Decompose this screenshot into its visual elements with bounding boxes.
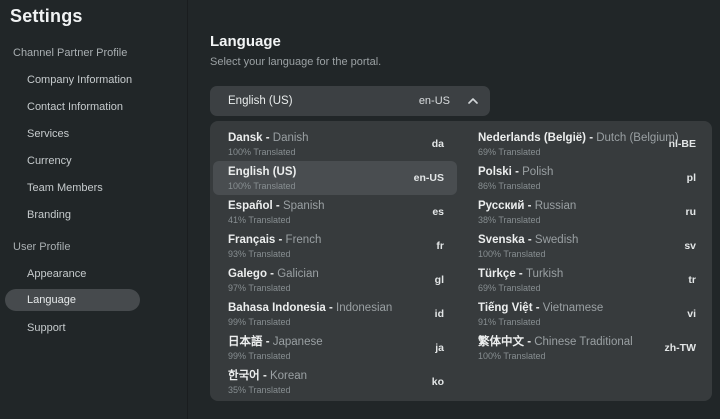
language-list-column-left: Dansk - Danish 100% Translated da Englis… [210,127,460,401]
language-title: 한국어 - Korean [228,370,424,383]
language-translated: 69% Translated [478,283,680,293]
language-settings-panel: Language Select your language for the po… [210,0,712,401]
language-code: es [432,206,444,218]
language-option-ru[interactable]: Русский - Russian 38% Translated ru [460,195,712,229]
dropdown-selected-code: en-US [419,95,450,107]
language-option-vi[interactable]: Tiếng Việt - Vietnamese 91% Translated v… [460,297,712,331]
language-code: da [432,138,444,150]
language-code: gl [435,274,444,286]
language-translated: 69% Translated [478,147,661,157]
language-title: Français - French [228,234,428,247]
language-option-zh-TW[interactable]: 繁体中文 - Chinese Traditional 100% Translat… [460,331,712,365]
language-translated: 100% Translated [478,351,657,361]
language-option-sv[interactable]: Svenska - Swedish 100% Translated sv [460,229,712,263]
language-title: Svenska - Swedish [478,234,676,247]
language-dropdown-button[interactable]: English (US) en-US [210,86,490,116]
language-title: 繁体中文 - Chinese Traditional [478,336,657,349]
language-title: Русский - Russian [478,200,678,213]
language-code: id [435,308,444,320]
language-code: ko [432,376,444,388]
language-translated: 100% Translated [478,249,676,259]
language-title: Nederlands (België) - Dutch (Belgium) [478,132,661,145]
language-translated: 38% Translated [478,215,678,225]
settings-page: Settings Channel Partner Profile Company… [0,0,720,419]
language-title: Bahasa Indonesia - Indonesian [228,302,427,315]
sidebar-item-currency[interactable]: Currency [0,147,187,174]
language-option-nl-BE[interactable]: Nederlands (België) - Dutch (Belgium) 69… [460,127,712,161]
language-translated: 93% Translated [228,249,428,259]
language-title: Türkçe - Turkish [478,268,680,281]
sidebar-item-contact-information[interactable]: Contact Information [0,93,187,120]
language-option-tr[interactable]: Türkçe - Turkish 69% Translated tr [460,263,712,297]
language-translated: 35% Translated [228,385,424,395]
language-translated: 91% Translated [478,317,679,327]
language-translated: 100% Translated [228,147,424,157]
language-translated: 86% Translated [478,181,679,191]
language-translated: 100% Translated [228,181,406,191]
sidebar-item-branding[interactable]: Branding [0,201,187,228]
language-option-ja[interactable]: 日本語 - Japanese 99% Translated ja [210,331,460,365]
sidebar-section-user-profile: User Profile [0,233,187,260]
sidebar-item-services[interactable]: Services [0,120,187,147]
sidebar-item-support[interactable]: Support [0,314,187,341]
language-title: Polski - Polish [478,166,679,179]
sidebar: Settings Channel Partner Profile Company… [0,0,188,419]
language-title: Tiếng Việt - Vietnamese [478,302,679,315]
page-title: Settings [0,0,187,34]
language-dropdown-panel: Dansk - Danish 100% Translated da Englis… [210,121,712,401]
sidebar-item-appearance[interactable]: Appearance [0,260,187,287]
language-option-da[interactable]: Dansk - Danish 100% Translated da [210,127,460,161]
language-code: vi [687,308,696,320]
language-code: nl-BE [669,138,696,150]
sidebar-item-company-information[interactable]: Company Information [0,66,187,93]
language-list-column-right: Nederlands (België) - Dutch (Belgium) 69… [460,127,712,401]
sidebar-item-team-members[interactable]: Team Members [0,174,187,201]
language-code: ja [435,342,444,354]
language-title: Español - Spanish [228,200,424,213]
sidebar-item-language[interactable]: Language [5,289,140,311]
chevron-up-icon [468,96,478,106]
language-option-gl[interactable]: Galego - Galician 97% Translated gl [210,263,460,297]
language-translated: 97% Translated [228,283,427,293]
language-code: fr [436,240,444,252]
section-heading: Language [210,33,712,50]
language-title: Dansk - Danish [228,132,424,145]
language-code: sv [684,240,696,252]
language-option-ko[interactable]: 한국어 - Korean 35% Translated ko [210,365,460,399]
section-subtitle: Select your language for the portal. [210,56,712,68]
language-code: pl [687,172,696,184]
language-translated: 99% Translated [228,351,427,361]
language-code: zh-TW [665,342,697,354]
language-code: en-US [414,172,444,184]
dropdown-selected-label: English (US) [228,95,409,107]
language-title: Galego - Galician [228,268,427,281]
language-translated: 99% Translated [228,317,427,327]
language-option-fr[interactable]: Français - French 93% Translated fr [210,229,460,263]
language-option-id[interactable]: Bahasa Indonesia - Indonesian 99% Transl… [210,297,460,331]
language-option-pl[interactable]: Polski - Polish 86% Translated pl [460,161,712,195]
language-title: 日本語 - Japanese [228,336,427,349]
language-title: English (US) [228,166,406,179]
language-translated: 41% Translated [228,215,424,225]
language-option-es[interactable]: Español - Spanish 41% Translated es [210,195,460,229]
language-code: tr [688,274,696,286]
language-code: ru [686,206,697,218]
sidebar-section-channel-partner-profile: Channel Partner Profile [0,39,187,66]
language-option-en-US[interactable]: English (US) 100% Translated en-US [213,161,457,195]
